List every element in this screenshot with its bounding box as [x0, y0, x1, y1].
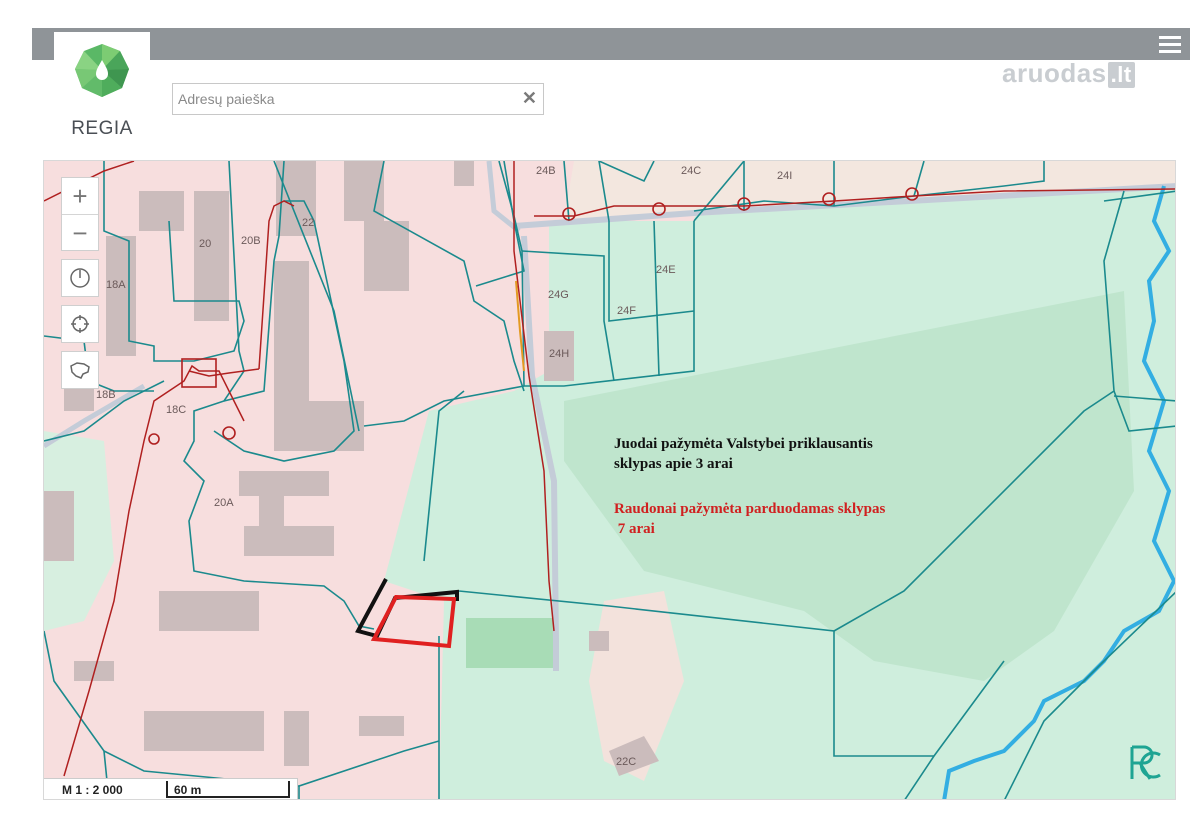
scale-ratio: M 1 : 2 000 [62, 783, 123, 797]
parcel-label-20b: 20B [241, 235, 261, 247]
scale-distance: 60 m [174, 783, 202, 797]
parcel-label-24h: 24H [549, 348, 569, 360]
logo-text: REGIA [71, 118, 133, 139]
annotation-black-line1: Juodai pažymėta Valstybei priklausantis [614, 436, 873, 452]
sports-field [466, 618, 556, 668]
parcel-label-22: 22 [302, 217, 314, 229]
scale-bar: M 1 : 2 000 60 m [44, 778, 298, 799]
zoom-in-button[interactable]: + [62, 178, 98, 215]
compass-button[interactable] [61, 259, 99, 297]
watermark-tld: .lt [1107, 62, 1135, 88]
aruodas-watermark: aruodas .lt [1002, 58, 1135, 89]
map-canvas[interactable]: 24B 24C 24I 22 20 20B 18A 24G 24F 24E 24… [44, 161, 1176, 800]
rc-logo-icon [1130, 745, 1161, 780]
annotation-red-line2: 7 arai [614, 521, 655, 537]
parcel-label-24e: 24E [656, 264, 676, 276]
compass-icon [70, 268, 90, 288]
map-view[interactable]: 24B 24C 24I 22 20 20B 18A 24G 24F 24E 24… [43, 160, 1176, 800]
parcel-label-18c: 18C [166, 404, 186, 416]
parcel-label-24c: 24C [681, 165, 701, 177]
parcel-label-20: 20 [199, 238, 211, 250]
locate-button[interactable] [61, 305, 99, 343]
top-bar [32, 28, 1190, 60]
parcel-label-22c: 22C [616, 756, 636, 768]
parcel-label-24f: 24F [617, 305, 636, 317]
annotation-black-line2: sklypas apie 3 arai [614, 456, 733, 472]
zoom-out-button[interactable]: − [62, 215, 98, 251]
crosshair-icon [71, 315, 89, 333]
annotation-state-parcel: Juodai pažymėta Valstybei priklausantis … [614, 434, 873, 474]
regia-logo[interactable]: REGIA [54, 32, 150, 146]
hamburger-menu-icon[interactable] [1150, 28, 1190, 60]
address-search[interactable]: ✕ [172, 83, 544, 115]
watermark-name: aruodas [1002, 58, 1107, 88]
annotation-sale-parcel: Raudonai pažymėta parduodamas sklypas 7 … [614, 499, 885, 539]
lithuania-shape-icon [70, 362, 90, 379]
annotation-red-line1: Raudonai pažymėta parduodamas sklypas [614, 501, 886, 517]
parcel-label-20a: 20A [214, 497, 234, 509]
clear-icon[interactable]: ✕ [522, 88, 537, 109]
zoom-controls: + − [61, 177, 99, 251]
parcel-label-18b: 18B [96, 389, 116, 401]
parcel-label-24g: 24G [548, 289, 569, 301]
parcel-label-24b: 24B [536, 165, 556, 177]
parcel-label-18a: 18A [106, 279, 126, 291]
search-input[interactable] [173, 84, 508, 114]
measure-area-button[interactable] [61, 351, 99, 389]
parcel-label-24i: 24I [777, 170, 792, 182]
regia-logo-icon [75, 44, 129, 97]
